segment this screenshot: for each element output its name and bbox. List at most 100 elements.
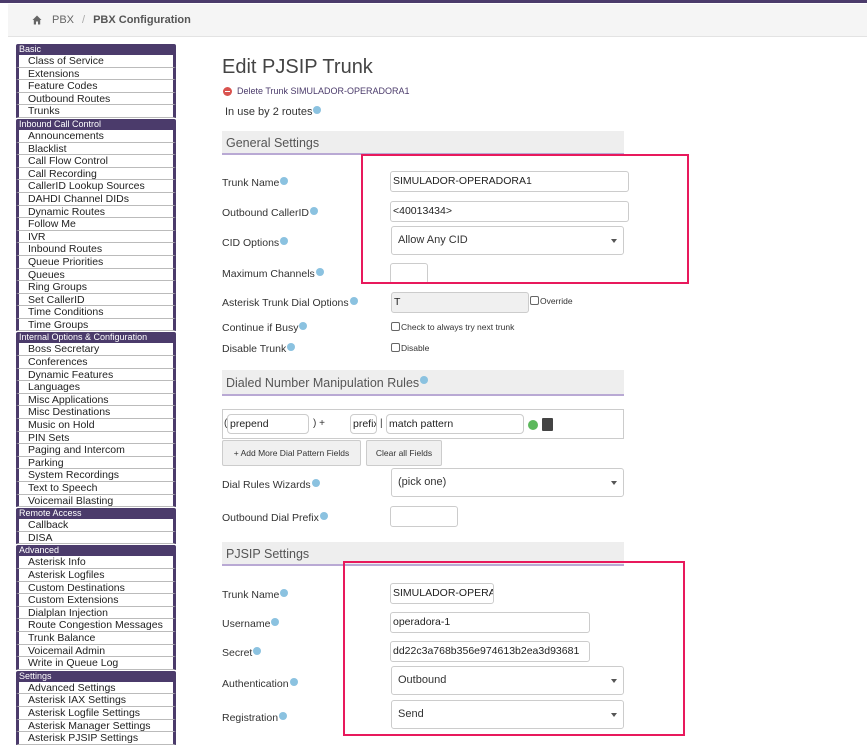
delete-trunk-label: Delete Trunk SIMULADOR-OPERADORA1 xyxy=(237,86,410,96)
sidebar-item-boss-secretary[interactable]: Boss Secretary xyxy=(16,343,176,357)
help-icon[interactable] xyxy=(289,678,298,686)
outbound-dial-prefix-input[interactable] xyxy=(390,506,458,527)
chevron-down-icon xyxy=(611,481,617,485)
delete-trunk-link[interactable]: Delete Trunk SIMULADOR-OPERADORA1 xyxy=(223,86,410,96)
sidebar-item-asterisk-info[interactable]: Asterisk Info xyxy=(16,556,176,569)
sidebar-item-queue-priorities[interactable]: Queue Priorities xyxy=(16,255,176,269)
sidebar-item-paging-and-intercom[interactable]: Paging and Intercom xyxy=(16,444,176,457)
sidebar-item-callback[interactable]: Callback xyxy=(16,519,176,532)
help-icon[interactable] xyxy=(280,589,289,597)
override-checkbox[interactable]: Override xyxy=(530,296,573,306)
help-icon[interactable] xyxy=(271,618,280,626)
sidebar-item-time-conditions[interactable]: Time Conditions xyxy=(16,306,176,319)
sidebar-item-extensions[interactable]: Extensions xyxy=(16,67,176,81)
trunk-name-label: Trunk Name xyxy=(222,177,289,189)
help-icon[interactable] xyxy=(420,376,429,384)
sidebar-item-trunk-balance[interactable]: Trunk Balance xyxy=(16,631,176,645)
outbound-callerid-label: Outbound CallerID xyxy=(222,207,318,219)
help-icon[interactable] xyxy=(309,207,318,215)
sidebar-item-announcements[interactable]: Announcements xyxy=(16,129,176,143)
sidebar-item-blacklist[interactable]: Blacklist xyxy=(16,142,176,156)
sidebar-item-system-recordings[interactable]: System Recordings xyxy=(16,469,176,482)
breadcrumb-pbx-configuration[interactable]: PBX Configuration xyxy=(93,14,191,26)
pjsip-trunk-name-label: Trunk Name xyxy=(222,589,289,601)
sidebar-item-languages[interactable]: Languages xyxy=(16,381,176,394)
help-icon[interactable] xyxy=(315,268,324,276)
sidebar-item-parking[interactable]: Parking xyxy=(16,456,176,470)
sidebar-item-call-flow-control[interactable]: Call Flow Control xyxy=(16,155,176,168)
dial-rules-wizards-select[interactable]: (pick one) xyxy=(391,468,624,497)
help-icon[interactable] xyxy=(311,479,320,487)
sidebar-item-asterisk-manager-settings[interactable]: Asterisk Manager Settings xyxy=(16,719,176,733)
help-icon[interactable] xyxy=(280,177,289,185)
match-pattern-input[interactable]: match pattern xyxy=(386,414,524,434)
sidebar-item-trunks[interactable]: Trunks xyxy=(16,105,176,118)
help-icon[interactable] xyxy=(280,237,289,245)
disable-trunk-checkbox[interactable]: Disable xyxy=(391,343,429,353)
help-icon[interactable] xyxy=(279,712,288,720)
help-icon[interactable] xyxy=(299,322,308,330)
dial-pattern-row: ( prepend ) + prefix | match pattern xyxy=(222,409,624,439)
sidebar-item-text-to-speech[interactable]: Text to Speech xyxy=(16,482,176,495)
sidebar-item-custom-destinations[interactable]: Custom Destinations xyxy=(16,581,176,595)
sidebar-item-misc-applications[interactable]: Misc Applications xyxy=(16,393,176,407)
prepend-input[interactable]: prepend xyxy=(227,414,309,434)
prefix-input[interactable]: prefix xyxy=(350,414,377,434)
sidebar-item-music-on-hold[interactable]: Music on Hold xyxy=(16,419,176,432)
sidebar-item-dialplan-injection[interactable]: Dialplan Injection xyxy=(16,606,176,620)
breadcrumb-separator: / xyxy=(82,14,86,26)
sidebar-item-asterisk-logfiles[interactable]: Asterisk Logfiles xyxy=(16,568,176,582)
dial-options-label: Asterisk Trunk Dial Options xyxy=(222,297,358,309)
sidebar-item-ivr[interactable]: IVR xyxy=(16,230,176,244)
add-more-dial-pattern-button[interactable]: + Add More Dial Pattern Fields xyxy=(222,440,361,466)
sidebar-menu: Basic Class of Service Extensions Feature C… xyxy=(16,43,176,745)
help-icon[interactable] xyxy=(287,343,296,351)
dial-options-input[interactable]: T xyxy=(391,292,529,313)
sidebar-item-time-groups[interactable]: Time Groups xyxy=(16,318,176,332)
add-pattern-icon[interactable] xyxy=(528,420,538,430)
sidebar-item-voicemail-blasting[interactable]: Voicemail Blasting xyxy=(16,494,176,508)
help-icon[interactable] xyxy=(319,512,328,520)
sidebar-item-class-of-service[interactable]: Class of Service xyxy=(16,55,176,68)
sidebar-item-write-in-queue-log[interactable]: Write in Queue Log xyxy=(16,657,176,670)
home-icon[interactable] xyxy=(32,15,42,25)
sidebar-item-disa[interactable]: DISA xyxy=(16,531,176,545)
help-icon[interactable] xyxy=(313,106,322,114)
highlight-box-pjsip xyxy=(343,561,685,736)
sidebar-item-dynamic-features[interactable]: Dynamic Features xyxy=(16,368,176,382)
help-icon[interactable] xyxy=(349,297,358,305)
sidebar-section-heading: Advanced xyxy=(16,545,176,557)
sidebar-item-conferences[interactable]: Conferences xyxy=(16,356,176,369)
sidebar-item-call-recording[interactable]: Call Recording xyxy=(16,167,176,181)
sidebar-item-route-congestion-messages[interactable]: Route Congestion Messages xyxy=(16,619,176,632)
sidebar-item-advanced-settings[interactable]: Advanced Settings xyxy=(16,681,176,695)
continue-busy-check-label: Check to always try next trunk xyxy=(401,322,515,332)
page-title: Edit PJSIP Trunk xyxy=(222,56,373,78)
secret-label: Secret xyxy=(222,647,262,659)
breadcrumb-pbx[interactable]: PBX xyxy=(52,14,74,26)
sidebar-item-callerid-lookup-sources[interactable]: CallerID Lookup Sources xyxy=(16,180,176,193)
sidebar-item-follow-me[interactable]: Follow Me xyxy=(16,218,176,231)
sidebar-item-outbound-routes[interactable]: Outbound Routes xyxy=(16,92,176,106)
sidebar-item-misc-destinations[interactable]: Misc Destinations xyxy=(16,406,176,420)
sidebar-item-inbound-routes[interactable]: Inbound Routes xyxy=(16,243,176,256)
trash-icon[interactable] xyxy=(542,418,553,431)
sidebar-item-custom-extensions[interactable]: Custom Extensions xyxy=(16,594,176,607)
sidebar-item-set-callerid[interactable]: Set CallerID xyxy=(16,293,176,307)
top-bar xyxy=(0,0,867,3)
continue-busy-label: Continue if Busy xyxy=(222,322,308,334)
sidebar-item-ring-groups[interactable]: Ring Groups xyxy=(16,281,176,294)
authentication-label: Authentication xyxy=(222,678,298,690)
sidebar-item-dahdi-channel-dids[interactable]: DAHDI Channel DIDs xyxy=(16,192,176,206)
sidebar-item-feature-codes[interactable]: Feature Codes xyxy=(16,80,176,93)
sidebar-item-asterisk-pjsip-settings[interactable]: Asterisk PJSIP Settings xyxy=(16,732,176,745)
sidebar-item-asterisk-logfile-settings[interactable]: Asterisk Logfile Settings xyxy=(16,706,176,720)
help-icon[interactable] xyxy=(253,647,262,655)
sidebar-item-pin-sets[interactable]: PIN Sets xyxy=(16,431,176,445)
clear-all-fields-button[interactable]: Clear all Fields xyxy=(366,440,442,466)
sidebar-item-asterisk-iax-settings[interactable]: Asterisk IAX Settings xyxy=(16,694,176,707)
sidebar-item-dynamic-routes[interactable]: Dynamic Routes xyxy=(16,205,176,219)
sidebar-item-voicemail-admin[interactable]: Voicemail Admin xyxy=(16,644,176,658)
sidebar-item-queues[interactable]: Queues xyxy=(16,268,176,282)
continue-busy-checkbox[interactable]: Check to always try next trunk xyxy=(391,322,514,332)
